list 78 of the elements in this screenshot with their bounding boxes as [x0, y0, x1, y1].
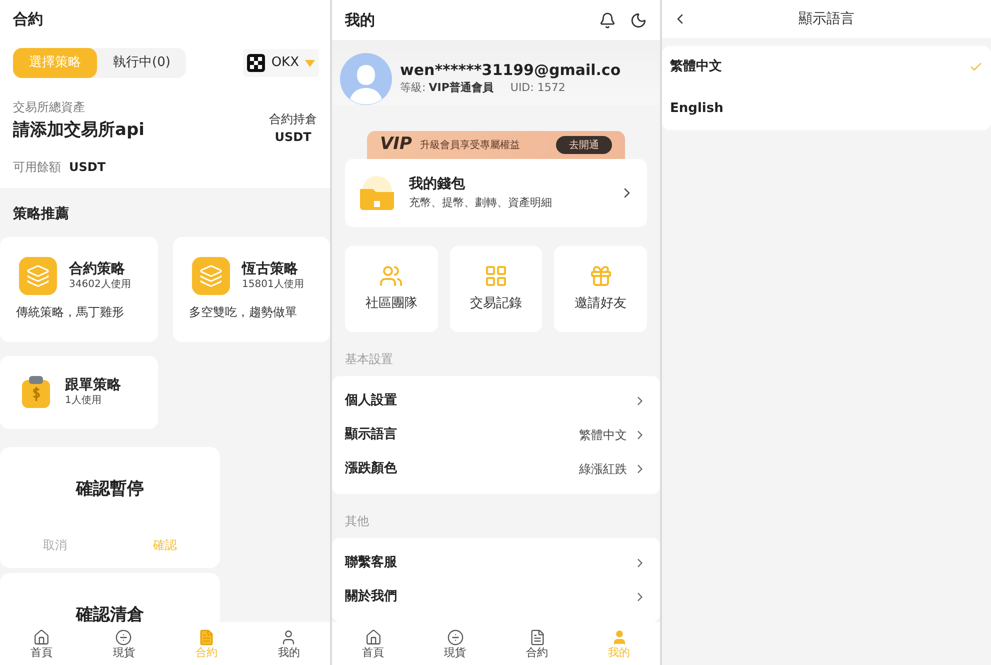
vip-promo-text: 升級會員享受專屬權益	[420, 138, 521, 152]
settings-row[interactable]: 漲跌顏色 綠漲紅跌	[332, 452, 660, 486]
vip-logo: VIP	[380, 133, 412, 156]
strategy-card[interactable]: 合約策略 34602人使用 傳統策略，馬丁雞形	[0, 236, 158, 342]
setting-label: 個人設置	[345, 392, 398, 410]
layers-icon	[192, 257, 230, 295]
strategy-name: 合約策略	[69, 261, 126, 278]
setting-label: 關於我們	[345, 588, 398, 606]
language-option[interactable]: 繁體中文	[662, 46, 991, 88]
setting-value: 綠漲紅跌	[579, 461, 627, 478]
coin-icon	[115, 629, 132, 646]
strategy-tab[interactable]: 執行中(0)	[97, 48, 186, 78]
usage-count: 34602人使用	[69, 278, 131, 291]
document-icon	[528, 629, 546, 646]
gift-icon	[588, 264, 613, 288]
balance-unit: USDT	[69, 158, 106, 176]
shortcut-tile[interactable]: 邀請好友	[554, 246, 647, 332]
user-email: wen******31199@gmail.co	[400, 61, 621, 80]
nav-tab[interactable]: 我的	[248, 629, 330, 658]
people-icon	[379, 264, 404, 288]
nav-tab[interactable]: 首頁	[332, 629, 414, 658]
layers-icon	[19, 257, 57, 295]
home-icon	[32, 629, 50, 646]
settings-row[interactable]: 個人設置	[332, 384, 660, 418]
strategy-name: 恆古策略	[242, 261, 299, 278]
coin-icon	[446, 629, 464, 646]
notification-bell-icon[interactable]	[599, 12, 616, 28]
activate-vip-button[interactable]: 去開通	[556, 136, 612, 154]
group-heading: 基本設置	[344, 351, 394, 368]
section-title: 策略推薦	[12, 204, 70, 224]
grid-icon	[484, 264, 508, 288]
vip-banner[interactable]: VIP 升級會員享受專屬權益 去開通	[367, 131, 625, 159]
setting-label: 聯繫客服	[345, 554, 398, 572]
usage-count: 15801人使用	[242, 278, 304, 291]
dialog-title: 確認暫停	[76, 478, 144, 500]
dropdown-caret-icon	[305, 60, 315, 66]
group-heading: 其他	[344, 513, 370, 530]
exchange-selector[interactable]: OKX	[243, 49, 319, 77]
strategy-card[interactable]: 恆古策略 15801人使用 多空雙吃，趨勢做單	[173, 236, 330, 342]
user-id: UID: 1572	[510, 80, 566, 96]
document-icon	[198, 629, 215, 646]
language-option[interactable]: English	[662, 88, 991, 130]
settings-row[interactable]: 顯示語言 繁體中文	[332, 418, 660, 452]
nav-tab[interactable]: 現貨	[414, 629, 496, 658]
nav-tab[interactable]: 現貨	[82, 629, 165, 658]
exchange-logo-icon	[247, 54, 266, 72]
setting-label: 顯示語言	[345, 426, 398, 444]
api-prompt: 請添加交易所api	[13, 119, 144, 142]
page-title: 顯示語言	[798, 10, 854, 28]
wallet-card[interactable]: 我的錢包 充幣、提幣、劃轉、資產明細	[345, 159, 647, 227]
balance-label: 可用餘額	[13, 158, 61, 176]
total-assets-label: 交易所總資產	[13, 99, 86, 116]
strategy-card[interactable]: 跟單策略 1人使用	[0, 356, 158, 428]
wallet-description: 充幣、提幣、劃轉、資產明細	[409, 195, 553, 212]
page-title: 合約	[12, 9, 44, 30]
position-unit: USDT	[274, 129, 312, 146]
wallet-title: 我的錢包	[409, 175, 466, 194]
settings-row[interactable]: 關於我們	[332, 580, 660, 614]
dark-mode-moon-icon[interactable]	[630, 12, 647, 28]
strategy-description: 傳統策略，馬丁雞形	[16, 304, 125, 321]
member-level: VIP普通會員	[428, 80, 494, 96]
home-icon	[364, 629, 382, 646]
nav-tab[interactable]: 合約	[496, 629, 578, 658]
strategy-description: 多空雙吃，趨勢做單	[189, 304, 298, 321]
shortcut-tile[interactable]: 交易記錄	[450, 246, 542, 332]
avatar	[340, 53, 392, 105]
level-label: 等級:	[400, 80, 426, 96]
setting-value: 繁體中文	[579, 427, 627, 444]
position-label: 合約持倉	[269, 111, 317, 128]
usage-count: 1人使用	[65, 394, 102, 407]
clipboard-dollar-icon	[19, 374, 53, 410]
settings-row[interactable]: 聯繫客服	[332, 546, 660, 580]
nav-tab[interactable]: 首頁	[0, 629, 82, 658]
wallet-folder-icon	[357, 175, 397, 211]
strategy-name: 跟單策略	[65, 377, 121, 394]
page-title: 我的	[345, 10, 375, 31]
shortcut-tile[interactable]: 社區團隊	[345, 246, 438, 332]
setting-label: 漲跌顏色	[345, 460, 398, 478]
